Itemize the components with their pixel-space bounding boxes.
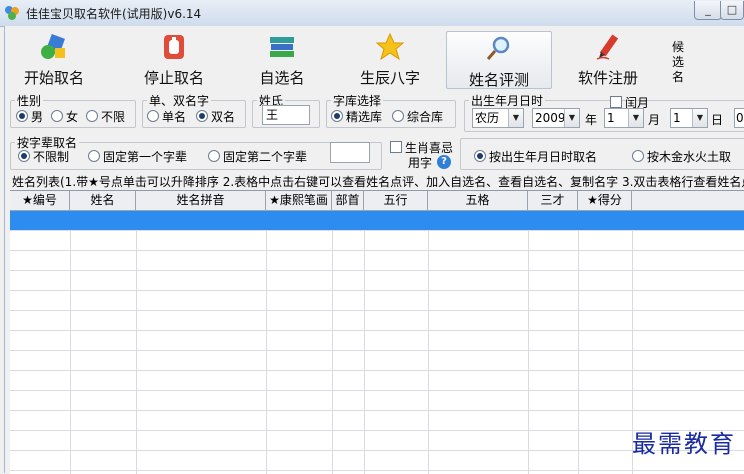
watermark-text: 最需教育 — [632, 430, 736, 458]
column-header-three-talents: 三才 — [528, 191, 578, 210]
self-select-name-label: 自选名 — [259, 69, 305, 87]
column-header-kangxi-strokes[interactable]: ★康熙笔画 — [266, 191, 332, 210]
single-name-radio[interactable]: 单名 — [147, 108, 186, 125]
library-comprehensive-radio[interactable]: 综合库 — [392, 108, 443, 125]
books-icon — [270, 37, 294, 57]
library-legend: 字库选择 — [333, 94, 382, 108]
chevron-down-icon: ▼ — [564, 109, 579, 127]
stop-naming-label: 停止取名 — [143, 69, 204, 87]
month-unit-label: 月 — [648, 113, 661, 127]
name-list-caption: 姓名列表(1.带★号点单击可以升降排序 2.表格中点击右键可以查看姓名点评、加入… — [12, 175, 744, 189]
table-row-selected[interactable] — [10, 211, 744, 231]
maximize-button[interactable]: □ — [720, 1, 744, 20]
generation-input[interactable] — [330, 142, 370, 163]
start-naming-button[interactable]: 开始取名 — [8, 30, 100, 88]
zodiac-label-line2: 用字 — [408, 156, 433, 170]
table-row[interactable] — [10, 251, 744, 271]
column-header-five-grids: 五格 — [428, 191, 528, 210]
surname-input[interactable]: 王 — [262, 105, 310, 125]
table-header: ★编号 姓名 姓名拼音 ★康熙笔画 部首 五行 五格 三才 ★得分 — [10, 191, 744, 211]
year-unit-label: 年 — [585, 113, 598, 127]
generation-first-radio[interactable]: 固定第一个字辈 — [88, 148, 187, 165]
stop-naming-button[interactable]: 停止取名 — [128, 30, 220, 88]
radio-selected-icon — [331, 110, 343, 122]
radio-selected-icon — [18, 150, 30, 162]
gender-any-radio[interactable]: 不限 — [86, 108, 125, 125]
start-naming-icon — [41, 34, 65, 59]
checkbox-icon — [390, 141, 402, 153]
radio-icon — [392, 110, 404, 122]
magnifier-icon — [486, 36, 510, 60]
hour-select[interactable]: 0 — [734, 108, 744, 128]
name-length-legend: 单、双名字 — [149, 94, 210, 108]
radio-icon — [632, 150, 644, 162]
chevron-down-icon: ▼ — [508, 109, 523, 127]
help-icon[interactable]: ? — [437, 155, 451, 169]
table-row[interactable] — [10, 391, 744, 411]
mode-birth-radio[interactable]: 按出生年月日时取名 — [474, 148, 597, 165]
start-naming-label: 开始取名 — [23, 69, 84, 87]
table-row[interactable] — [10, 291, 744, 311]
name-evaluation-button[interactable]: 姓名评测 — [446, 31, 552, 89]
library-select-radio[interactable]: 精选库 — [331, 108, 382, 125]
column-header-radical: 部首 — [332, 191, 364, 210]
column-header-score[interactable]: ★得分 — [578, 191, 632, 210]
birth-bazi-label: 生辰八字 — [359, 69, 420, 87]
candidate-names-label: 候选名 — [671, 40, 684, 84]
table-row[interactable] — [10, 331, 744, 351]
mode-elements-radio[interactable]: 按木金水火土取 — [632, 148, 731, 165]
double-name-radio[interactable]: 双名 — [196, 108, 235, 125]
radio-selected-icon — [474, 150, 486, 162]
radio-icon — [86, 110, 98, 122]
register-software-button[interactable]: 软件注册 — [562, 30, 654, 88]
radio-selected-icon — [196, 110, 208, 122]
radio-icon — [88, 150, 100, 162]
title-bar: 佳佳宝贝取名软件(试用版)v6.14 _ □ — [0, 0, 744, 27]
name-evaluation-label: 姓名评测 — [468, 71, 529, 89]
gender-legend: 性别 — [17, 94, 42, 108]
column-header-five-elements: 五行 — [364, 191, 428, 210]
column-header-pinyin: 姓名拼音 — [136, 191, 266, 210]
birth-legend: 出生年月日时 — [471, 94, 544, 108]
table-row[interactable] — [10, 311, 744, 331]
window-title: 佳佳宝贝取名软件(试用版)v6.14 — [26, 7, 202, 21]
table-row[interactable] — [10, 271, 744, 291]
app-logo-icon — [5, 6, 19, 20]
gender-female-radio[interactable]: 女 — [51, 108, 78, 125]
chevron-down-icon: ▼ — [628, 109, 643, 127]
radio-icon — [51, 110, 63, 122]
gender-male-radio[interactable]: 男 — [16, 108, 43, 125]
stop-hand-icon — [164, 35, 184, 59]
radio-icon — [147, 110, 159, 122]
minimize-button[interactable]: _ — [694, 1, 722, 20]
generation-second-radio[interactable]: 固定第二个字辈 — [208, 148, 307, 165]
table-row[interactable] — [10, 231, 744, 251]
birth-bazi-button[interactable]: 生辰八字 — [344, 30, 436, 88]
radio-icon — [208, 150, 220, 162]
column-header-number[interactable]: ★编号 — [10, 191, 70, 210]
day-unit-label: 日 — [711, 113, 724, 127]
star-icon — [375, 32, 405, 61]
month-select[interactable]: 1 ▼ — [604, 108, 644, 128]
toolbar: 开始取名 停止取名 自选名 生辰八字 姓名评测 软件注册 — [4, 30, 744, 89]
table-row[interactable] — [10, 371, 744, 391]
chevron-down-icon: ▼ — [692, 109, 707, 127]
day-select[interactable]: 1 ▼ — [670, 108, 708, 128]
year-select[interactable]: 2009 ▼ — [532, 108, 580, 128]
checkbox-icon — [610, 96, 622, 108]
register-software-label: 软件注册 — [577, 69, 638, 87]
radio-selected-icon — [16, 110, 28, 122]
table-row[interactable] — [10, 351, 744, 371]
pencil-icon — [596, 34, 619, 60]
self-select-name-button[interactable]: 自选名 — [236, 30, 328, 88]
generation-unlimited-radio[interactable]: 不限制 — [18, 148, 69, 165]
calendar-select[interactable]: 农历 ▼ — [472, 108, 524, 128]
column-header-name: 姓名 — [70, 191, 136, 210]
